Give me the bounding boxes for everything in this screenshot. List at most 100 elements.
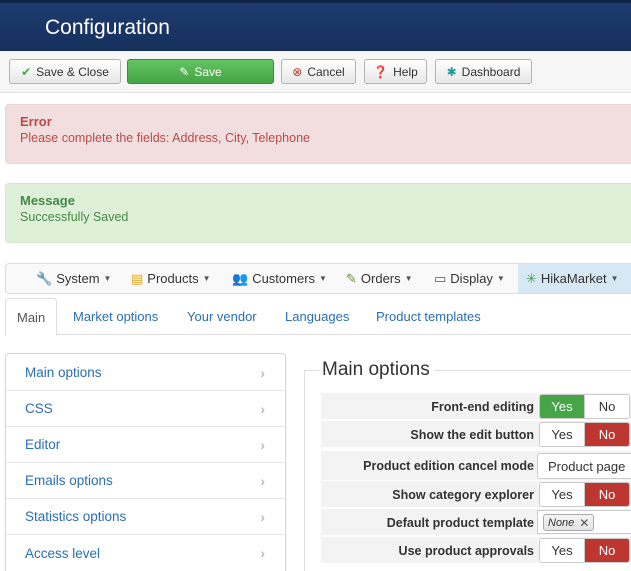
yes-option[interactable]: Yes bbox=[540, 483, 584, 506]
save-label: Save bbox=[194, 64, 222, 79]
row-show-edit-button: Show the edit button Yes No bbox=[321, 421, 631, 448]
menu-orders-label: Orders bbox=[360, 271, 401, 286]
default-product-template-select[interactable]: None ✕ bbox=[537, 510, 631, 534]
sidebar-item-statistics-options[interactable]: Statistics options › bbox=[6, 499, 285, 535]
selected-template-value: None bbox=[548, 516, 575, 529]
chevron-right-icon: › bbox=[260, 400, 265, 417]
save-close-button[interactable]: ✔ Save & Close bbox=[9, 59, 121, 84]
menu-system-label: System bbox=[56, 271, 100, 286]
sidebar-item-label: Emails options bbox=[25, 473, 113, 488]
dashboard-icon: ✱ bbox=[446, 64, 457, 79]
caret-down-icon: ▼ bbox=[103, 274, 112, 283]
chevron-right-icon: › bbox=[260, 472, 265, 489]
row-front-end-editing: Front-end editing Yes No bbox=[321, 393, 631, 420]
menu-display-label: Display bbox=[450, 271, 493, 286]
menu-orders[interactable]: ✎ Orders ▼ bbox=[346, 264, 413, 293]
caret-down-icon: ▼ bbox=[202, 274, 211, 283]
tab-your-vendor[interactable]: Your vendor bbox=[187, 298, 257, 335]
front-end-editing-label: Front-end editing bbox=[431, 399, 534, 414]
no-option[interactable]: No bbox=[584, 483, 629, 506]
sidebar-item-label: Access level bbox=[25, 545, 101, 561]
show-edit-button-toggle: Yes No bbox=[539, 422, 630, 447]
show-edit-button-label: Show the edit button bbox=[410, 427, 534, 442]
menu-system[interactable]: 🔧 System ▼ bbox=[36, 264, 111, 293]
component-menu: 🔧 System ▼ ▤ Products ▼ 👥 Customers ▼ ✎ … bbox=[5, 263, 631, 294]
menu-products[interactable]: ▤ Products ▼ bbox=[131, 264, 211, 293]
customers-icon: 👥 bbox=[232, 270, 249, 286]
product-edition-cancel-mode-select[interactable]: Product page bbox=[537, 453, 631, 479]
app-header: Configuration bbox=[0, 0, 631, 51]
caret-down-icon: ▼ bbox=[610, 274, 619, 283]
cancel-icon: ⊗ bbox=[292, 64, 303, 79]
dashboard-button[interactable]: ✱ Dashboard bbox=[435, 59, 532, 84]
options-sidebar: Main options › CSS › Editor › Emails opt… bbox=[5, 353, 286, 571]
show-category-explorer-label: Show category explorer bbox=[392, 487, 534, 502]
row-default-product-template: Default product template None ✕ bbox=[321, 509, 631, 536]
edit-icon: ✎ bbox=[179, 64, 190, 79]
caret-down-icon: ▼ bbox=[496, 274, 505, 283]
caret-down-icon: ▼ bbox=[319, 274, 327, 283]
menu-customers[interactable]: 👥 Customers ▼ bbox=[232, 264, 327, 293]
chevron-right-icon: › bbox=[260, 508, 265, 525]
message-text: Successfully Saved bbox=[20, 210, 129, 224]
hikamarket-icon: ✳ bbox=[526, 270, 537, 286]
save-close-label: Save & Close bbox=[36, 64, 109, 79]
sidebar-item-main-options[interactable]: Main options › bbox=[6, 355, 285, 391]
no-option[interactable]: No bbox=[584, 395, 629, 418]
caret-down-icon: ▼ bbox=[404, 274, 413, 283]
config-tabs: Main Market options Your vendor Language… bbox=[5, 298, 631, 336]
sidebar-item-emails-options[interactable]: Emails options › bbox=[6, 463, 285, 499]
tab-languages[interactable]: Languages bbox=[285, 298, 349, 335]
error-text: Please complete the fields: Address, Cit… bbox=[20, 131, 310, 145]
help-label: Help bbox=[393, 64, 418, 79]
sidebar-item-label: Editor bbox=[25, 437, 61, 452]
menu-hikamarket-label: HikaMarket bbox=[540, 271, 607, 286]
menu-customers-label: Customers bbox=[252, 271, 316, 286]
front-end-editing-toggle: Yes No bbox=[539, 394, 630, 419]
sidebar-item-label: Main options bbox=[25, 365, 102, 380]
yes-option[interactable]: Yes bbox=[540, 423, 584, 446]
page-title: Configuration bbox=[45, 16, 170, 39]
row-use-product-approvals: Use product approvals Yes No bbox=[321, 537, 631, 564]
dashboard-label: Dashboard bbox=[461, 64, 521, 79]
display-icon: ▭ bbox=[434, 270, 447, 286]
default-product-template-label: Default product template bbox=[386, 515, 534, 530]
help-button[interactable]: ❓ Help bbox=[364, 59, 427, 84]
cancel-label: Cancel bbox=[307, 64, 345, 79]
row-show-category-explorer: Show category explorer Yes No bbox=[321, 481, 631, 508]
yes-option[interactable]: Yes bbox=[540, 539, 584, 562]
tab-market-options[interactable]: Market options bbox=[73, 298, 158, 335]
tab-product-templates[interactable]: Product templates bbox=[376, 298, 481, 335]
use-product-approvals-label: Use product approvals bbox=[398, 543, 534, 558]
show-category-explorer-toggle: Yes No bbox=[539, 482, 630, 507]
menu-display[interactable]: ▭ Display ▼ bbox=[434, 264, 505, 293]
sidebar-item-css[interactable]: CSS › bbox=[6, 391, 285, 427]
main-options-legend: Main options bbox=[319, 359, 434, 381]
menu-hikamarket[interactable]: ✳ HikaMarket ▼ bbox=[518, 264, 631, 293]
remove-icon[interactable]: ✕ bbox=[579, 516, 589, 530]
sidebar-item-access-level[interactable]: Access level › bbox=[6, 535, 285, 571]
product-edition-cancel-mode-label: Product edition cancel mode bbox=[363, 459, 534, 473]
chevron-right-icon: › bbox=[260, 364, 265, 381]
sidebar-item-label: CSS bbox=[25, 401, 53, 416]
error-alert: Error Please complete the fields: Addres… bbox=[5, 104, 631, 164]
wrench-icon: 🔧 bbox=[36, 270, 53, 286]
sidebar-item-editor[interactable]: Editor › bbox=[6, 427, 285, 463]
products-icon: ▤ bbox=[131, 270, 144, 286]
no-option[interactable]: No bbox=[584, 539, 629, 562]
chevron-right-icon: › bbox=[260, 436, 265, 453]
error-title: Error bbox=[20, 114, 52, 129]
menu-products-label: Products bbox=[147, 271, 199, 286]
sidebar-item-label: Statistics options bbox=[25, 509, 127, 524]
save-button[interactable]: ✎ Save bbox=[127, 59, 274, 84]
orders-icon: ✎ bbox=[346, 270, 357, 286]
cancel-button[interactable]: ⊗ Cancel bbox=[281, 59, 356, 84]
tab-main[interactable]: Main bbox=[5, 298, 58, 336]
no-option[interactable]: No bbox=[584, 423, 629, 446]
toolbar: ✔ Save & Close ✎ Save ⊗ Cancel ❓ Help ✱ … bbox=[0, 51, 631, 93]
yes-option[interactable]: Yes bbox=[540, 395, 584, 418]
selected-template-chip: None ✕ bbox=[543, 514, 595, 531]
help-icon: ❓ bbox=[373, 64, 389, 79]
use-product-approvals-toggle: Yes No bbox=[539, 538, 630, 563]
message-title: Message bbox=[20, 193, 75, 208]
